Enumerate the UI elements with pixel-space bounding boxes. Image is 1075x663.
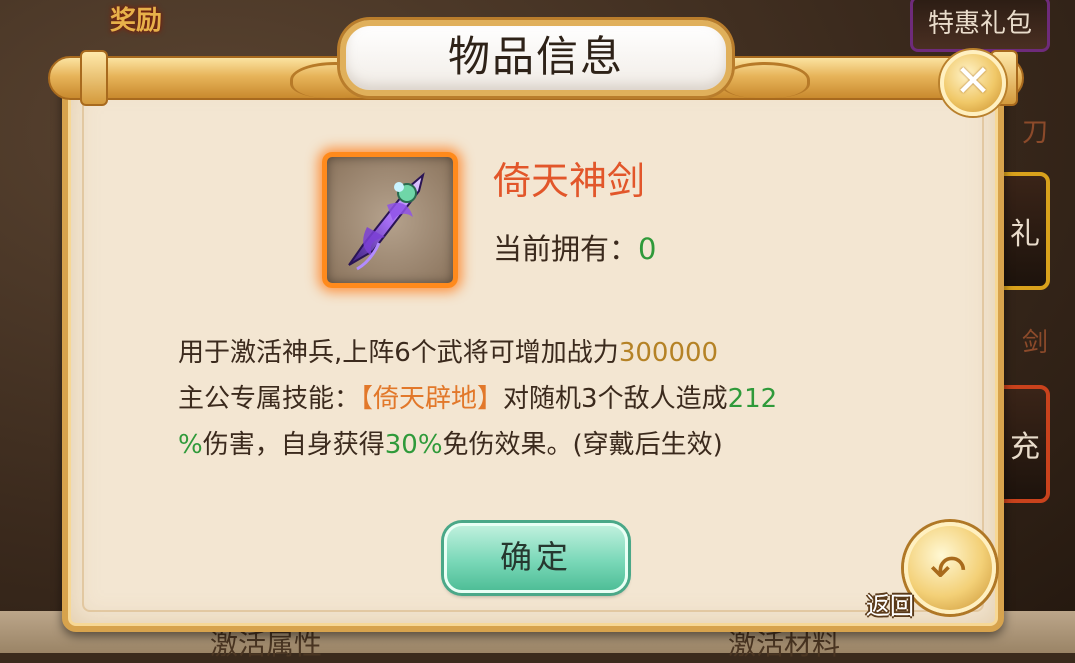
owned-value: 0	[638, 232, 657, 266]
damage-percent-value: 212	[727, 384, 778, 414]
close-icon: ✕	[954, 56, 992, 107]
skill-name: 【倚天辟地】	[360, 384, 504, 414]
description-line-1: 用于激活神兵,上阵6个武将可增加战力300000	[178, 330, 898, 376]
description-text: 用于激活神兵,上阵6个武将可增加战力	[178, 338, 619, 368]
skill-effect-text: 对随机3个敌人造成	[503, 384, 728, 414]
damage-percent-sign: %	[178, 430, 203, 460]
reduction-text: 免伤效果。(穿戴后生效)	[442, 430, 723, 460]
description-line-2: 主公专属技能：【倚天辟地】对随机3个敌人造成212	[178, 376, 898, 422]
item-icon-frame	[322, 152, 458, 288]
damage-reduction-value: 30%	[384, 430, 443, 460]
item-name: 倚天神剑	[493, 159, 646, 203]
owned-count-row: 当前拥有：0	[493, 226, 656, 268]
dialog-title: 物品信息	[447, 32, 624, 81]
power-value: 300000	[618, 338, 719, 368]
cloud-ornament-right	[720, 62, 810, 98]
confirm-button[interactable]: 确定	[444, 523, 628, 593]
return-arrow-icon: ↶	[930, 546, 967, 597]
skill-prefix: 主公专属技能：	[178, 384, 361, 414]
item-description: 用于激活神兵,上阵6个武将可增加战力300000 主公专属技能：【倚天辟地】对随…	[178, 330, 898, 468]
description-line-3: %伤害，自身获得30%免伤效果。(穿戴后生效)	[178, 422, 898, 468]
reward-label: 奖励	[110, 6, 163, 36]
side-tab-special-pack[interactable]: 特惠礼包	[910, 0, 1050, 52]
rod-cap-left	[80, 50, 108, 106]
back-label[interactable]: 返回	[866, 586, 914, 621]
dialog-title-plaque: 物品信息	[340, 20, 732, 96]
owned-label: 当前拥有：	[493, 232, 639, 266]
purple-sword-icon	[348, 172, 425, 271]
side-label-blade: 刀	[1022, 118, 1049, 148]
close-button[interactable]: ✕	[940, 50, 1006, 116]
back-button[interactable]: ↶	[904, 522, 996, 614]
side-label-sword: 剑	[1022, 328, 1049, 358]
damage-text: 伤害，自身获得	[202, 430, 385, 460]
